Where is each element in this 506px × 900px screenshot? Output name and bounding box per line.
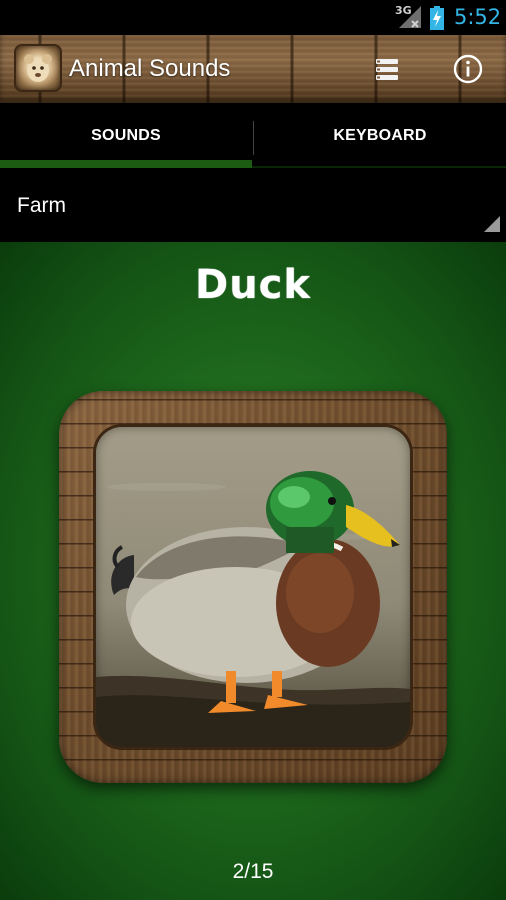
animal-name: Duck bbox=[195, 262, 311, 308]
lion-cub-icon bbox=[24, 54, 52, 82]
info-icon bbox=[453, 54, 483, 84]
dropdown-arrow-icon bbox=[484, 216, 500, 232]
battery-charging-icon bbox=[430, 6, 444, 30]
menu-list-icon bbox=[376, 59, 398, 80]
clock: 5:52 bbox=[454, 5, 502, 29]
duck-illustration bbox=[96, 471, 410, 747]
app-icon[interactable] bbox=[16, 46, 60, 90]
duck-photo[interactable] bbox=[96, 427, 410, 747]
action-bar: Animal Sounds bbox=[0, 35, 506, 103]
network-type-label: 3G bbox=[395, 4, 412, 17]
page-counter: 2/15 bbox=[232, 860, 274, 883]
main-panel: Duck 2/15 bbox=[0, 242, 506, 900]
animal-image-frame[interactable] bbox=[59, 391, 447, 783]
status-bar: 3G 5:52 bbox=[0, 0, 506, 35]
category-spinner[interactable]: Farm bbox=[0, 170, 506, 242]
category-spinner-value: Farm bbox=[17, 194, 66, 217]
tab-keyboard[interactable]: KEYBOARD bbox=[254, 103, 506, 169]
tab-selected-indicator bbox=[0, 160, 252, 168]
app-screen: 3G 5:52 Animal Sounds SOUNDS KEYBOARD Fa… bbox=[0, 0, 506, 900]
tab-underline bbox=[252, 166, 506, 168]
menu-button[interactable] bbox=[362, 45, 412, 93]
info-button[interactable] bbox=[444, 45, 492, 93]
app-title: Animal Sounds bbox=[69, 55, 231, 82]
